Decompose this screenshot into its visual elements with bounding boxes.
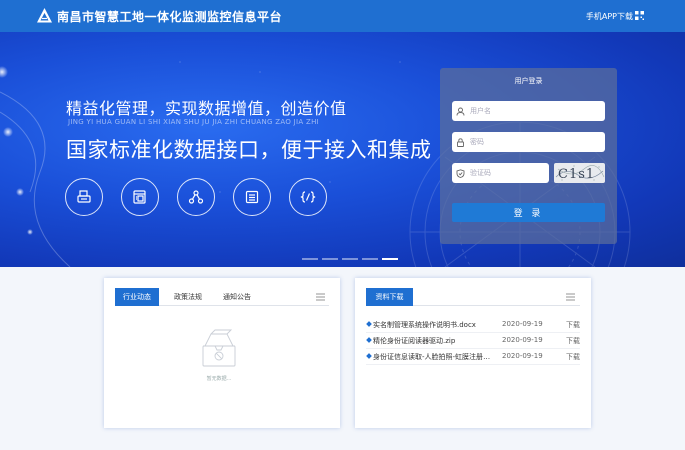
carousel-dot[interactable]: [382, 258, 398, 260]
file-date: 2020-09-19: [502, 352, 543, 360]
downloads-tab-bar: 资料下载: [366, 288, 580, 306]
qr-code-icon[interactable]: [635, 11, 644, 20]
carousel-dot[interactable]: [322, 258, 338, 260]
login-button[interactable]: 登 录: [452, 203, 605, 222]
feature-list: [233, 178, 271, 216]
tab-notice[interactable]: 通知公告: [215, 288, 259, 306]
download-link[interactable]: 下载: [566, 352, 580, 362]
password-field[interactable]: [452, 132, 605, 152]
file-name[interactable]: 身份证信息读取-人脸拍照-虹膜注册脱...: [373, 352, 495, 362]
file-date: 2020-09-19: [502, 336, 543, 344]
captcha-field[interactable]: [452, 163, 549, 183]
file-name[interactable]: 实名制管理系统操作说明书.docx: [373, 320, 495, 330]
downloads-panel: 资料下载 实名制管理系统操作说明书.docx 2020-09-19 下载 精伦身…: [355, 278, 591, 428]
document-icon: [133, 190, 146, 204]
code-icon: [300, 191, 316, 203]
empty-box-icon: [202, 329, 236, 367]
carousel-dot[interactable]: [362, 258, 378, 260]
logo-icon: [37, 8, 52, 23]
login-title: 用户登录: [514, 77, 543, 85]
file-list: 实名制管理系统操作说明书.docx 2020-09-19 下载 精伦身份证阅读器…: [366, 317, 580, 365]
diamond-bullet-icon: [366, 337, 372, 343]
network-icon: [188, 190, 204, 204]
diamond-bullet-icon: [366, 353, 372, 359]
shield-icon: [456, 168, 465, 178]
empty-text: 暂无数据...: [206, 376, 232, 382]
file-row: 精伦身份证阅读器驱动.zip 2020-09-19 下载: [366, 333, 580, 349]
captcha-graphic: C1s1: [555, 165, 605, 182]
top-header: 南昌市智慧工地一体化监测监控信息平台 手机APP下载: [0, 0, 685, 32]
carousel-indicators: [302, 258, 398, 260]
file-row: 实名制管理系统操作说明书.docx 2020-09-19 下载: [366, 317, 580, 333]
download-link[interactable]: 下载: [566, 336, 580, 346]
banner-slogan-pinyin: JING YI HUA GUAN LI SHI XIAN SHU JU JIA …: [68, 118, 320, 126]
username-field[interactable]: [452, 101, 605, 121]
lock-icon: [457, 137, 464, 147]
carousel-dot[interactable]: [302, 258, 318, 260]
username-input[interactable]: [470, 107, 605, 115]
banner-slogan-sub: 国家标准化数据接口，便于接入和集成: [66, 138, 432, 162]
feature-code: [289, 178, 327, 216]
login-panel: 用户登录 C1s1 登 录: [440, 68, 617, 244]
app-download-link[interactable]: 手机APP下载: [586, 11, 633, 22]
captcha-input[interactable]: [470, 169, 549, 177]
feature-printer: [65, 178, 103, 216]
printer-icon: [77, 190, 91, 203]
tab-industry-news[interactable]: 行业动态: [115, 288, 159, 306]
feature-document: [121, 178, 159, 216]
empty-state: 暂无数据...: [197, 328, 241, 382]
file-row: 身份证信息读取-人脸拍照-虹膜注册脱... 2020-09-19 下载: [366, 349, 580, 365]
captcha-text: C1s1: [558, 167, 595, 182]
carousel-dot[interactable]: [342, 258, 358, 260]
download-link[interactable]: 下载: [566, 320, 580, 330]
captcha-image[interactable]: C1s1: [554, 163, 605, 183]
news-panel: 行业动态 政策法规 通知公告 暂无数据...: [104, 278, 340, 428]
banner-slogan-main: 精益化管理，实现数据增值，创造价值: [66, 99, 347, 118]
file-date: 2020-09-19: [502, 320, 543, 328]
tab-policy[interactable]: 政策法规: [166, 288, 210, 306]
user-icon: [456, 107, 465, 116]
menu-icon[interactable]: [316, 293, 325, 301]
site-title: 南昌市智慧工地一体化监测监控信息平台: [57, 10, 283, 24]
news-tab-bar: 行业动态 政策法规 通知公告: [115, 288, 329, 306]
password-input[interactable]: [470, 138, 605, 146]
feature-network: [177, 178, 215, 216]
list-icon: [245, 190, 259, 204]
menu-icon[interactable]: [566, 293, 575, 301]
file-name[interactable]: 精伦身份证阅读器驱动.zip: [373, 336, 495, 346]
diamond-bullet-icon: [366, 321, 372, 327]
tab-downloads[interactable]: 资料下载: [366, 288, 413, 306]
